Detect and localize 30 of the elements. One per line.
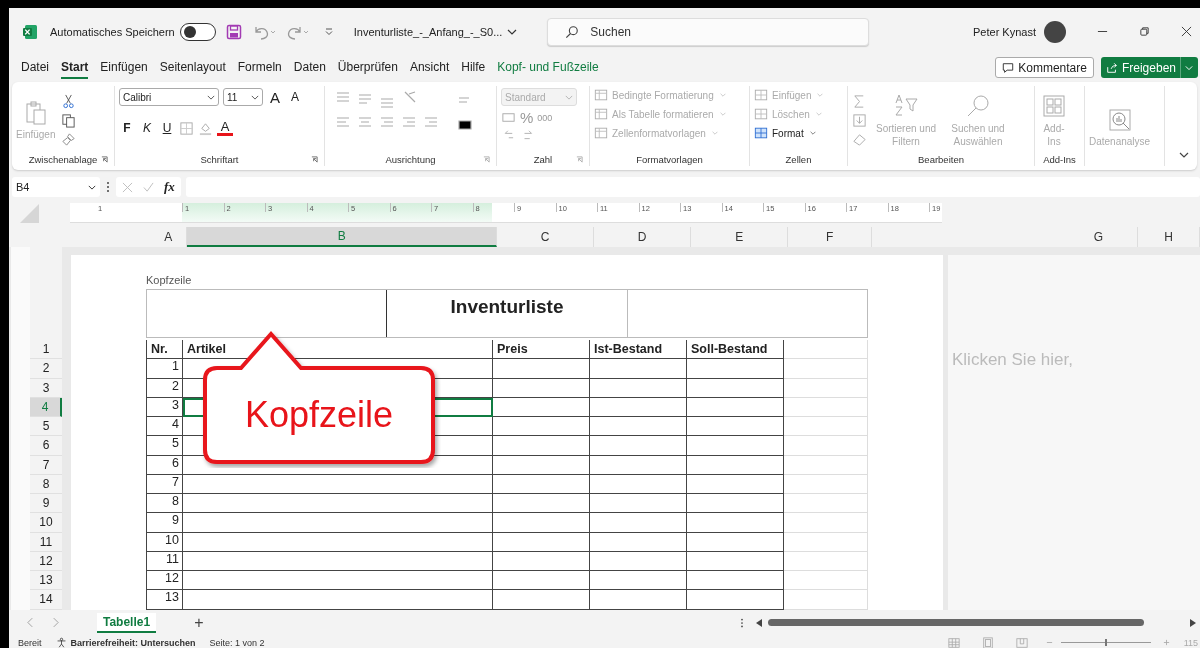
- table-cell: 5: [146, 436, 183, 456]
- table-cell: 6: [146, 455, 183, 475]
- table-cell: 13: [146, 590, 183, 610]
- column-heading: Nr.: [146, 340, 183, 360]
- group-label: Zwischenablage: [28, 153, 98, 165]
- column-heading: Ist-Bestand: [590, 340, 687, 360]
- header-caption: Kopfzeile: [146, 274, 193, 288]
- page-count: Seite: 1 von 2: [209, 637, 265, 648]
- group-label: Schriftart: [200, 153, 239, 165]
- callout-text: Kopfzeile: [244, 395, 394, 435]
- table-cell: 4: [146, 417, 183, 437]
- table-cell: 8: [146, 494, 183, 514]
- group-label: Bearbeiten: [918, 153, 964, 165]
- column-heading: Preis: [493, 340, 590, 360]
- table-cell: 2: [146, 378, 183, 398]
- table-cell: 12: [146, 571, 183, 591]
- table-cell: 10: [146, 532, 183, 552]
- group-label: Formatvorlagen: [636, 153, 703, 165]
- group-label: Add-Ins: [1043, 153, 1076, 165]
- status-text: Bereit: [18, 637, 42, 648]
- table-cell: 11: [146, 551, 183, 571]
- column-heading: Soll-Bestand: [687, 340, 784, 360]
- table-cell: 9: [146, 513, 183, 533]
- table-cell: 1: [146, 359, 183, 379]
- autosave-label: Automatisches Speichern: [50, 25, 175, 38]
- table-cell: 3: [146, 397, 183, 417]
- group-label: Zellen: [785, 153, 812, 165]
- group-label: Ausrichtung: [385, 153, 436, 165]
- group-label: Zahl: [533, 153, 553, 165]
- table-cell: 7: [146, 474, 183, 494]
